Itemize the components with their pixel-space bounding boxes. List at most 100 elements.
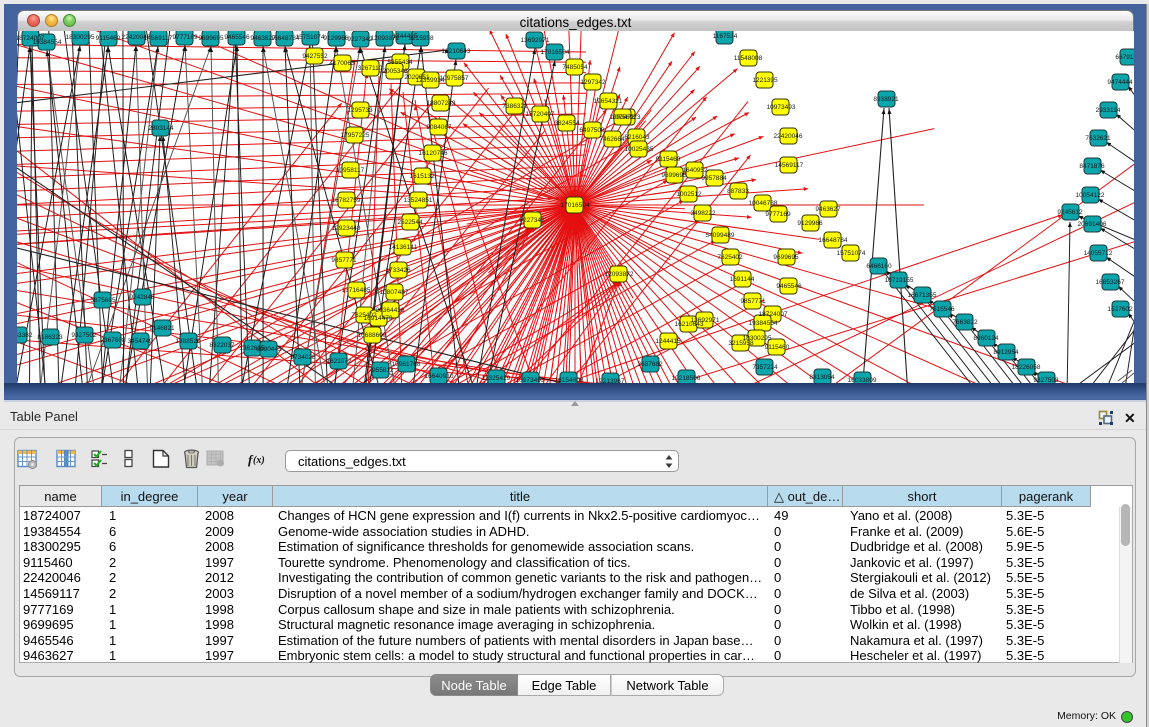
svg-text:16033809: 16033809 — [848, 377, 877, 383]
svg-text:8938921: 8938921 — [873, 96, 899, 103]
svg-text:11548008: 11548008 — [734, 55, 763, 62]
svg-text:7357224: 7357224 — [752, 364, 778, 371]
svg-text:1388520: 1388520 — [175, 338, 201, 345]
svg-text:9777169: 9777169 — [172, 34, 198, 41]
svg-text:2803144: 2803144 — [148, 125, 174, 132]
svg-text:15751074: 15751074 — [837, 250, 866, 257]
svg-text:11325419: 11325419 — [482, 375, 511, 382]
svg-text:19384554: 19384554 — [749, 320, 778, 327]
svg-text:887833: 887833 — [727, 188, 749, 195]
svg-text:9129966: 9129966 — [323, 35, 349, 42]
svg-text:16671355: 16671355 — [908, 292, 937, 299]
svg-text:1691144: 1691144 — [730, 276, 755, 283]
svg-text:19218506: 19218506 — [672, 375, 701, 382]
svg-text:9857771: 9857771 — [331, 257, 357, 264]
svg-text:9129966: 9129966 — [797, 220, 823, 227]
svg-text:16640910: 16640910 — [425, 373, 454, 380]
svg-text:2933114: 2933114 — [1096, 107, 1121, 114]
svg-text:8960124: 8960124 — [973, 335, 999, 342]
svg-text:8822037: 8822037 — [209, 342, 235, 349]
svg-text:9327502: 9327502 — [71, 332, 97, 339]
svg-text:19654321: 19654321 — [594, 98, 623, 105]
svg-text:10973493: 10973493 — [516, 377, 545, 383]
svg-text:9465546: 9465546 — [776, 283, 802, 290]
svg-text:1733426: 1733426 — [385, 267, 411, 274]
svg-text:13692971: 13692971 — [691, 317, 720, 324]
svg-text:10054122: 10054122 — [1076, 192, 1105, 199]
svg-text:9734028: 9734028 — [290, 354, 316, 361]
svg-text:6497508: 6497508 — [579, 127, 605, 134]
svg-text:9115460: 9115460 — [656, 156, 681, 163]
svg-text:9115460: 9115460 — [96, 35, 121, 42]
svg-text:8990443: 8990443 — [256, 346, 282, 353]
svg-text:16782759: 16782759 — [332, 197, 361, 204]
svg-text:1002512: 1002512 — [676, 191, 702, 198]
svg-text:14569117: 14569117 — [775, 162, 804, 169]
svg-text:18724007: 18724007 — [759, 311, 788, 318]
svg-text:14136141: 14136141 — [389, 244, 418, 251]
svg-text:9084067: 9084067 — [426, 124, 452, 131]
svg-text:1640952: 1640952 — [682, 167, 708, 174]
svg-text:3824554: 3824554 — [554, 120, 580, 127]
svg-text:9327503: 9327503 — [1033, 377, 1059, 383]
svg-text:8813054: 8813054 — [809, 374, 835, 381]
svg-text:(x): (x) — [253, 455, 265, 466]
svg-text:17957225: 17957225 — [341, 132, 370, 139]
svg-text:7462664: 7462664 — [599, 136, 625, 143]
svg-text:10961768: 10961768 — [392, 361, 421, 368]
svg-text:3454749: 3454749 — [127, 338, 153, 345]
svg-text:2367608: 2367608 — [100, 337, 126, 344]
svg-text:10958117: 10958117 — [336, 167, 365, 174]
svg-text:16154808: 16154808 — [555, 377, 584, 383]
svg-text:3215958: 3215958 — [728, 340, 754, 347]
svg-text:9957884: 9957884 — [701, 175, 727, 182]
svg-text:5355434: 5355434 — [387, 59, 413, 66]
svg-text:1295733: 1295733 — [347, 107, 373, 114]
svg-text:9463627: 9463627 — [815, 206, 841, 213]
svg-text:7955812: 7955812 — [368, 367, 394, 374]
svg-text:9465546: 9465546 — [224, 34, 250, 41]
svg-text:1527602: 1527602 — [1107, 306, 1133, 313]
svg-text:12093872: 12093872 — [605, 271, 634, 278]
svg-text:9227342: 9227342 — [347, 36, 373, 43]
svg-text:16648784: 16648784 — [819, 237, 848, 244]
svg-text:9242848: 9242848 — [129, 294, 155, 301]
svg-text:20691406: 20691406 — [1078, 221, 1107, 228]
svg-text:17016504: 17016504 — [541, 49, 570, 56]
svg-text:7485054: 7485054 — [562, 64, 588, 71]
svg-text:7625402: 7625402 — [717, 254, 743, 261]
svg-text:6466160: 6466160 — [866, 263, 892, 270]
svg-text:14569117: 14569117 — [144, 35, 173, 42]
svg-text:3267110: 3267110 — [358, 65, 383, 72]
svg-text:8186323: 8186323 — [37, 334, 63, 341]
svg-text:9777169: 9777169 — [765, 211, 791, 218]
svg-text:3215958: 3215958 — [408, 35, 434, 42]
svg-text:1221395: 1221395 — [752, 77, 778, 84]
svg-text:12213967: 12213967 — [596, 378, 625, 383]
svg-text:16543382: 16543382 — [17, 332, 33, 339]
svg-text:8912954: 8912954 — [993, 349, 1019, 356]
svg-text:7663822: 7663822 — [952, 319, 978, 326]
svg-text:3498222: 3498222 — [690, 210, 716, 217]
svg-text:9146821: 9146821 — [149, 325, 175, 332]
svg-text:9245612: 9245612 — [1057, 209, 1083, 216]
svg-text:10688609: 10688609 — [358, 332, 387, 339]
svg-text:10025435: 10025435 — [625, 146, 654, 153]
svg-text:6216043: 6216043 — [624, 134, 650, 141]
svg-text:17016504: 17016504 — [561, 202, 590, 209]
svg-text:9699695: 9699695 — [773, 254, 799, 261]
svg-text:13692971: 13692971 — [521, 37, 550, 44]
svg-text:12923448: 12923448 — [332, 225, 361, 232]
svg-text:10719155: 10719155 — [885, 277, 914, 284]
svg-text:18807249: 18807249 — [427, 100, 456, 107]
svg-text:7386322: 7386322 — [502, 103, 528, 110]
svg-text:1244415: 1244415 — [655, 338, 681, 345]
svg-text:7632621: 7632621 — [1085, 135, 1111, 142]
svg-text:2687682: 2687682 — [637, 361, 663, 368]
svg-text:6679137: 6679137 — [1115, 54, 1134, 61]
svg-text:1167534: 1167534 — [713, 33, 738, 40]
svg-text:1093472: 1093472 — [609, 114, 635, 121]
svg-text:16914479: 16914479 — [364, 315, 393, 322]
svg-text:9474444: 9474444 — [1107, 79, 1133, 86]
svg-text:10975857: 10975857 — [440, 75, 469, 82]
